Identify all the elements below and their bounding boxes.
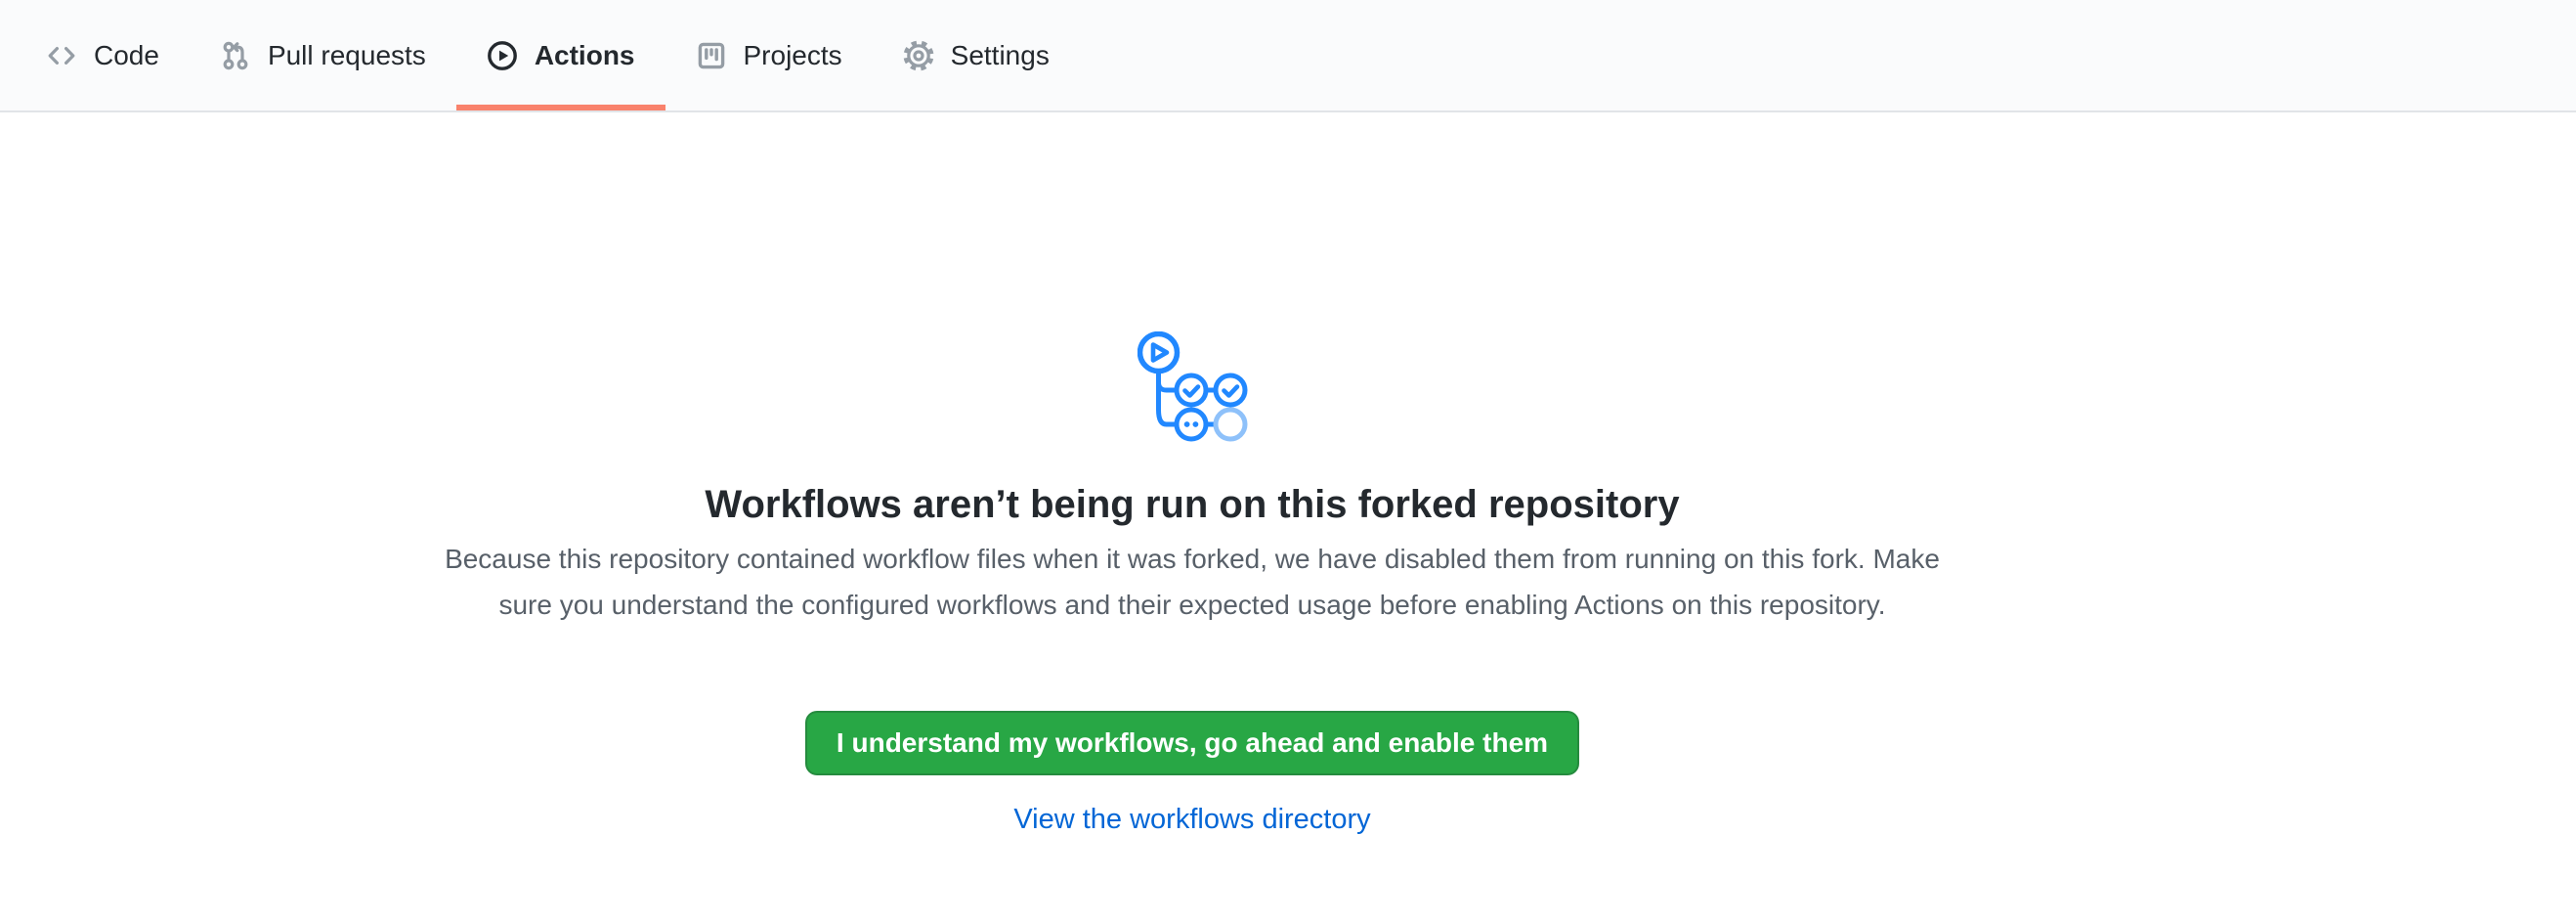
workflow-graph-icon [1138,331,1248,442]
tab-projects[interactable]: Projects [665,0,873,110]
tab-label: Code [94,38,159,73]
repo-tab-nav: Code Pull requests Actions [0,0,2576,112]
tab-code[interactable]: Code [16,0,190,110]
description-line: Because this repository contained workfl… [445,536,1940,582]
blankslate-title: Workflows aren’t being run on this forke… [705,481,1679,528]
actions-blankslate: Workflows aren’t being run on this forke… [0,112,2576,840]
tab-label: Pull requests [268,38,426,73]
view-workflows-directory-link[interactable]: View the workflows directory [1013,799,1370,840]
description-line: sure you understand the configured workf… [445,582,1940,628]
tab-actions[interactable]: Actions [456,0,665,110]
project-icon [696,40,727,71]
enable-workflows-button[interactable]: I understand my workflows, go ahead and … [805,711,1579,775]
code-icon [46,40,77,71]
tab-label: Projects [744,38,842,73]
pull-request-icon [220,40,251,71]
gear-icon [903,40,934,71]
tab-pull-requests[interactable]: Pull requests [190,0,456,110]
tab-label: Settings [951,38,1050,73]
tab-settings[interactable]: Settings [873,0,1080,110]
tab-label: Actions [535,38,635,73]
play-circle-icon [487,40,518,71]
blankslate-description: Because this repository contained workfl… [445,536,1940,628]
